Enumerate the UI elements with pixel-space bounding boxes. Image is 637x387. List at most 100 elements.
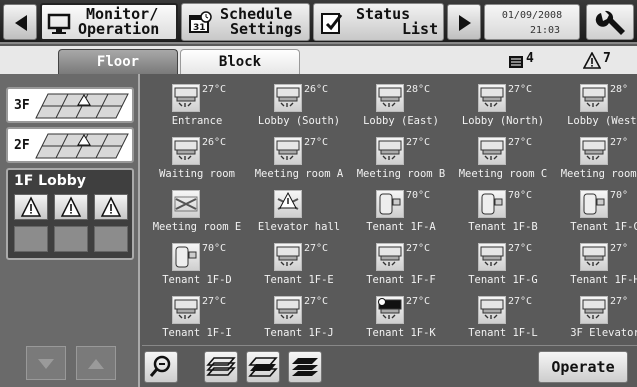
indoor-unit-icon [376, 296, 404, 324]
operate-button[interactable]: Operate [538, 351, 628, 383]
alarm-block-2[interactable] [54, 194, 88, 220]
indoor-unit-icon [580, 84, 608, 112]
alarm-block-1[interactable] [14, 194, 48, 220]
floor-2f-button[interactable]: 2F [6, 127, 134, 163]
indoor-unit-icon [478, 243, 506, 271]
unit-tile[interactable]: 27°C Tenant 1F-I [147, 290, 247, 343]
svg-text:31: 31 [193, 23, 206, 33]
floor-3f-button[interactable]: 3F [6, 87, 134, 123]
indoor-unit-icon [580, 243, 608, 271]
unit-tile[interactable]: 27° 3F Elevator [555, 290, 637, 343]
unit-tile[interactable]: 27°C Tenant 1F-G [453, 237, 553, 290]
unit-tile[interactable]: 70°C Tenant 1F-A [351, 184, 451, 237]
unit-tile[interactable]: Meeting room E [147, 184, 247, 237]
monitor-icon [47, 13, 71, 34]
zoom-button[interactable] [144, 351, 178, 383]
unit-tile[interactable]: 27°C Meeting room B [351, 131, 451, 184]
ventilation-icon [172, 190, 200, 218]
schedule-settings-button[interactable]: 31 Schedule Settings [181, 3, 310, 41]
unit-name: Lobby (North) [461, 115, 545, 127]
floor-1f-selected[interactable]: 1F Lobby [6, 168, 134, 260]
indoor-unit-icon [376, 137, 404, 165]
bottom-toolbar: Operate [142, 345, 637, 387]
unit-temperature: 27°C [406, 137, 431, 148]
indoor-unit-icon [376, 84, 404, 112]
unit-count: 4 [526, 51, 534, 66]
page-down-button[interactable] [26, 346, 66, 380]
unit-tile[interactable]: 28°C Lobby (East) [351, 78, 451, 131]
unit-name: Lobby (East) [363, 115, 439, 127]
unit-tile[interactable]: 70°C Tenant 1F-D [147, 237, 247, 290]
unit-tile[interactable]: 27°C Tenant 1F-K [351, 290, 451, 343]
unit-temperature: 27°C [508, 243, 533, 254]
water-heater-icon [580, 190, 608, 218]
unit-name: Tenant 1F-H [570, 274, 637, 286]
floor-3f-label: 3F [14, 98, 30, 113]
unit-name: Tenant 1F-K [366, 327, 436, 339]
unit-tile[interactable]: 27°C Tenant 1F-F [351, 237, 451, 290]
unit-name: 3F Elevator [570, 327, 637, 339]
layer-view-button-2[interactable] [246, 351, 280, 383]
monitor-operation-button[interactable]: Monitor/ Operation [40, 3, 178, 41]
unit-tile[interactable]: 70° Tenant 1F-C [555, 184, 637, 237]
nav-left-button[interactable] [3, 4, 37, 40]
down-arrow-icon [38, 359, 54, 369]
unit-tile[interactable]: 27°C Meeting room C [453, 131, 553, 184]
layer-view-button-3[interactable] [288, 351, 322, 383]
unit-tile[interactable]: 27°C Lobby (North) [453, 78, 553, 131]
tab-floor[interactable]: Floor [58, 49, 178, 74]
unit-tile[interactable]: 27°C Tenant 1F-L [453, 290, 553, 343]
unit-temperature: 27° [610, 137, 629, 148]
block-cell[interactable] [54, 226, 88, 252]
indoor-unit-icon [274, 84, 302, 112]
status-list-button[interactable]: Status List [313, 3, 444, 41]
unit-name: Meeting room D [560, 168, 637, 180]
block-cell[interactable] [94, 226, 128, 252]
unit-tile[interactable]: 27° Meeting room D [555, 131, 637, 184]
indoor-unit-icon [580, 296, 608, 324]
indoor-unit-icon [274, 296, 302, 324]
unit-name: Lobby (West) [567, 115, 637, 127]
date-time-display: 01/09/2008 21:03 [484, 4, 580, 40]
unit-tile[interactable]: 27°C Meeting room A [249, 131, 349, 184]
unit-tile[interactable]: 27°C Entrance [147, 78, 247, 131]
tab-block[interactable]: Block [180, 49, 300, 74]
indoor-unit-icon [274, 243, 302, 271]
unit-temperature: 70° [610, 190, 629, 201]
unit-name: Tenant 1F-I [162, 327, 232, 339]
top-bar: Monitor/ Operation 31 Schedule Settings … [0, 0, 637, 44]
unit-tile[interactable]: 26°C Lobby (South) [249, 78, 349, 131]
floor-2f-label: 2F [14, 138, 30, 153]
page-up-button[interactable] [76, 346, 116, 380]
alarm-count-icon [583, 52, 601, 69]
magnifier-icon [149, 355, 171, 377]
unit-tile[interactable]: 27° Tenant 1F-H [555, 237, 637, 290]
indoor-unit-icon [478, 84, 506, 112]
maintenance-button[interactable] [586, 4, 634, 40]
block-cell[interactable] [14, 226, 48, 252]
unit-tile[interactable]: 70°C Tenant 1F-B [453, 184, 553, 237]
indoor-unit-icon [172, 296, 200, 324]
unit-tile[interactable]: 27°C Tenant 1F-J [249, 290, 349, 343]
schedule-label-line2: Settings [230, 20, 303, 38]
unit-grid: 27°C Entrance 26°C Lobby (South) 28°C Lobby (… [142, 74, 637, 345]
unit-temperature: 27° [610, 243, 629, 254]
unit-tile[interactable]: 27°C Tenant 1F-E [249, 237, 349, 290]
floor-sidebar: 3F 2F 1F Lobby [0, 74, 140, 387]
wrench-icon [595, 10, 625, 35]
left-arrow-icon [15, 15, 27, 31]
unit-tile[interactable]: 28° Lobby (West) [555, 78, 637, 131]
unit-temperature: 26°C [202, 137, 227, 148]
indoor-unit-icon [172, 84, 200, 112]
calendar-icon: 31 [189, 11, 212, 33]
indoor-unit-icon [172, 137, 200, 165]
layer-view-button-1[interactable] [204, 351, 238, 383]
nav-right-button[interactable] [447, 4, 481, 40]
unit-tile[interactable]: 26°C Waiting room [147, 131, 247, 184]
alarm-block-3[interactable] [94, 194, 128, 220]
unit-tile[interactable]: Elevator hall [249, 184, 349, 237]
unit-name: Meeting room A [254, 168, 344, 180]
water-heater-icon [376, 190, 404, 218]
unit-temperature: 28° [610, 84, 629, 95]
unit-name: Meeting room B [356, 168, 446, 180]
